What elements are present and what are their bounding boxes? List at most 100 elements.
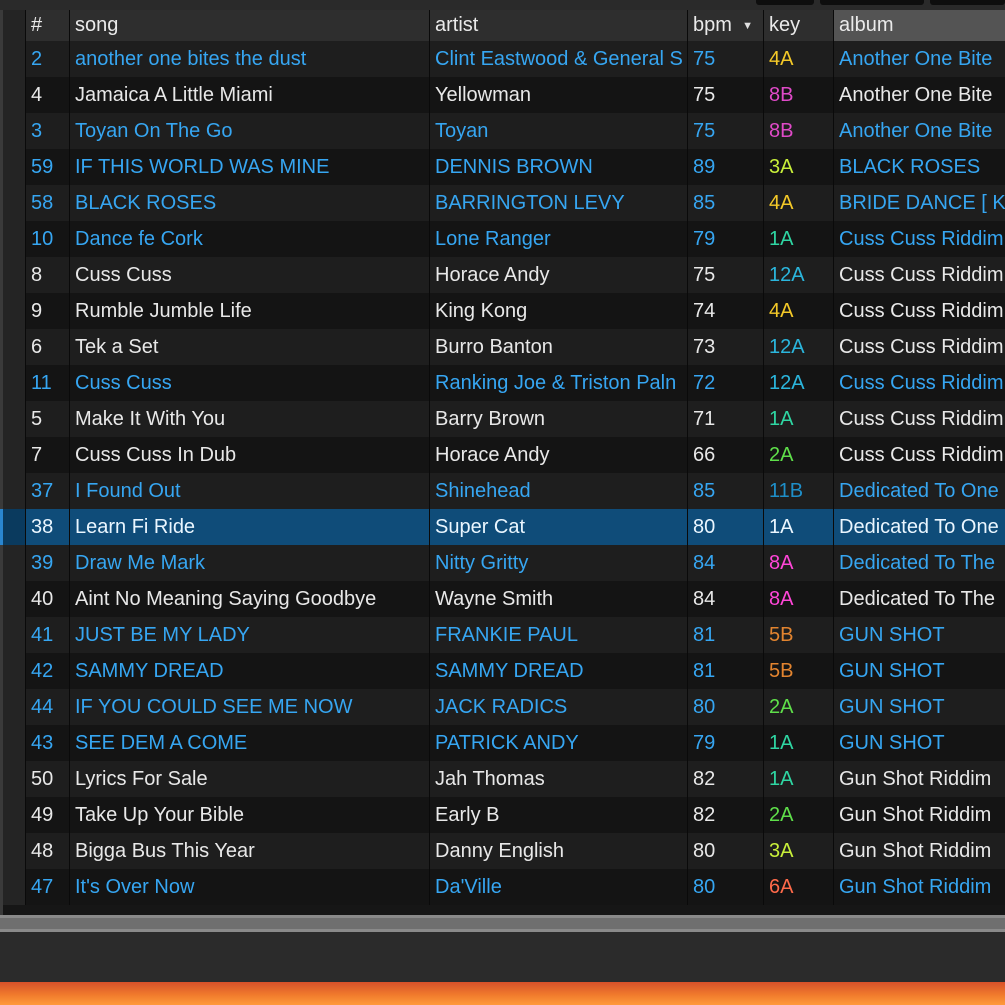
cell-key: 1A (764, 509, 834, 545)
row-stub (3, 617, 26, 653)
column-header-num[interactable]: # (26, 10, 70, 41)
cell-artist: Ranking Joe & Triston Paln (430, 365, 688, 401)
row-stub (3, 41, 26, 77)
cell-key: 8A (764, 581, 834, 617)
toolbar-button[interactable] (930, 0, 1005, 5)
cell-key: 8B (764, 113, 834, 149)
row-stub (3, 329, 26, 365)
table-row[interactable]: 50 Lyrics For Sale Jah Thomas 82 1A Gun Shot … (3, 761, 1005, 797)
cell-album: Cuss Cuss Riddim (839, 371, 1004, 394)
cell-album: GUN SHOT (839, 623, 945, 646)
cell-num: 59 (26, 149, 70, 185)
cell-song: BLACK ROSES (70, 185, 430, 221)
cell-num: 38 (26, 509, 70, 545)
table-row[interactable]: 41 JUST BE MY LADY FRANKIE PAUL 81 5B GUN SHO… (3, 617, 1005, 653)
cell-artist: Yellowman (430, 77, 688, 113)
cell-key: 4A (764, 41, 834, 77)
cell-key: 12A (764, 257, 834, 293)
toolbar-button[interactable] (756, 0, 814, 5)
table-row[interactable]: 42 SAMMY DREAD SAMMY DREAD 81 5B GUN SHOT (3, 653, 1005, 689)
table-row[interactable]: 10 Dance fe Cork Lone Ranger 79 1A Cuss Cuss … (3, 221, 1005, 257)
table-row[interactable]: 47 It's Over Now Da'Ville 80 6A Gun Shot Ridd… (3, 869, 1005, 905)
cell-song: IF YOU COULD SEE ME NOW (70, 689, 430, 725)
column-header-artist[interactable]: artist (430, 10, 688, 41)
cell-num: 41 (26, 617, 70, 653)
row-stub (3, 185, 26, 221)
table-row[interactable]: 4 Jamaica A Little Miami Yellowman 75 8B Anot… (3, 77, 1005, 113)
cell-song: Cuss Cuss (70, 257, 430, 293)
cell-song: SAMMY DREAD (70, 653, 430, 689)
row-stub (3, 113, 26, 149)
cell-album: BLACK ROSES (839, 155, 981, 178)
column-header-bpm[interactable]: bpm ▼ (688, 10, 764, 41)
cell-num: 6 (26, 329, 70, 365)
table-row[interactable]: 8 Cuss Cuss Horace Andy 75 12A Cuss Cuss Ridd… (3, 257, 1005, 293)
row-stub (3, 473, 26, 509)
table-row[interactable]: 3 Toyan On The Go Toyan 75 8B Another One Bit… (3, 113, 1005, 149)
cell-num: 48 (26, 833, 70, 869)
cell-bpm: 75 (688, 257, 764, 293)
row-stub (3, 401, 26, 437)
table-row[interactable]: 11 Cuss Cuss Ranking Joe & Triston Paln 72 1… (3, 365, 1005, 401)
table-row[interactable]: 37 I Found Out Shinehead 85 11B Dedicated To … (3, 473, 1005, 509)
row-stub (3, 257, 26, 293)
table-row[interactable]: 5 Make It With You Barry Brown 71 1A Cuss Cus… (3, 401, 1005, 437)
cell-num: 47 (26, 869, 70, 905)
track-table: # song artist bpm ▼ key album 2 another o… (0, 10, 1005, 915)
column-header-key[interactable]: key (764, 10, 834, 41)
cell-album: Cuss Cuss Riddim (839, 443, 1004, 466)
cell-num: 40 (26, 581, 70, 617)
row-stub (3, 437, 26, 473)
column-header-bpm-label: bpm (693, 14, 732, 36)
cell-num: 37 (26, 473, 70, 509)
table-row[interactable]: 49 Take Up Your Bible Early B 82 2A Gun Shot … (3, 797, 1005, 833)
table-row[interactable]: 48 Bigga Bus This Year Danny English 80 3A Gu… (3, 833, 1005, 869)
cell-artist: Horace Andy (430, 437, 688, 473)
table-row[interactable]: 2 another one bites the dust Clint Eastwoo… (3, 41, 1005, 77)
cell-song: SEE DEM A COME (70, 725, 430, 761)
cell-song: Draw Me Mark (70, 545, 430, 581)
cell-bpm: 80 (688, 689, 764, 725)
table-row[interactable]: 58 BLACK ROSES BARRINGTON LEVY 85 4A BRIDE DA… (3, 185, 1005, 221)
table-row[interactable]: 40 Aint No Meaning Saying Goodbye Wayne Sm… (3, 581, 1005, 617)
cell-song: Rumble Jumble Life (70, 293, 430, 329)
cell-bpm: 80 (688, 509, 764, 545)
cell-key: 1A (764, 725, 834, 761)
cell-artist: BARRINGTON LEVY (430, 185, 688, 221)
cell-bpm: 81 (688, 653, 764, 689)
cell-artist: Toyan (430, 113, 688, 149)
table-row[interactable]: 9 Rumble Jumble Life King Kong 74 4A Cuss Cus… (3, 293, 1005, 329)
table-row[interactable]: 39 Draw Me Mark Nitty Gritty 84 8A Dedicated … (3, 545, 1005, 581)
cell-song: another one bites the dust (70, 41, 430, 77)
cell-key: 3A (764, 833, 834, 869)
table-row[interactable]: 38 Learn Fi Ride Super Cat 80 1A Dedicated To… (3, 509, 1005, 545)
cell-num: 42 (26, 653, 70, 689)
cell-album: Cuss Cuss Riddim (839, 263, 1004, 286)
cell-album: Cuss Cuss Riddim (839, 227, 1004, 250)
cell-artist: Burro Banton (430, 329, 688, 365)
cell-album: Dedicated To The (839, 551, 996, 574)
cell-num: 49 (26, 797, 70, 833)
row-stub (3, 797, 26, 833)
cell-key: 5B (764, 653, 834, 689)
cell-key: 8B (764, 77, 834, 113)
table-row[interactable]: 59 IF THIS WORLD WAS MINE DENNIS BROWN 89 3A… (3, 149, 1005, 185)
toolbar-button[interactable] (820, 0, 924, 5)
table-row[interactable]: 6 Tek a Set Burro Banton 73 12A Cuss Cuss Rid… (3, 329, 1005, 365)
table-row[interactable]: 7 Cuss Cuss In Dub Horace Andy 66 2A Cuss Cus… (3, 437, 1005, 473)
table-row[interactable]: 43 SEE DEM A COME PATRICK ANDY 79 1A GUN SHOT (3, 725, 1005, 761)
cell-bpm: 80 (688, 833, 764, 869)
cell-song: JUST BE MY LADY (70, 617, 430, 653)
cell-album: GUN SHOT (839, 695, 945, 718)
cell-key: 2A (764, 797, 834, 833)
cell-artist: Lone Ranger (430, 221, 688, 257)
cell-key: 11B (764, 473, 834, 509)
cell-album: Another One Bite (839, 119, 993, 142)
cell-artist: Danny English (430, 833, 688, 869)
column-header-album[interactable]: album (834, 10, 1005, 41)
column-header-song[interactable]: song (70, 10, 430, 41)
cell-artist: Shinehead (430, 473, 688, 509)
table-row[interactable]: 44 IF YOU COULD SEE ME NOW JACK RADICS 80 2A… (3, 689, 1005, 725)
horizontal-scrollbar-thumb[interactable] (0, 918, 1005, 929)
cell-bpm: 71 (688, 401, 764, 437)
